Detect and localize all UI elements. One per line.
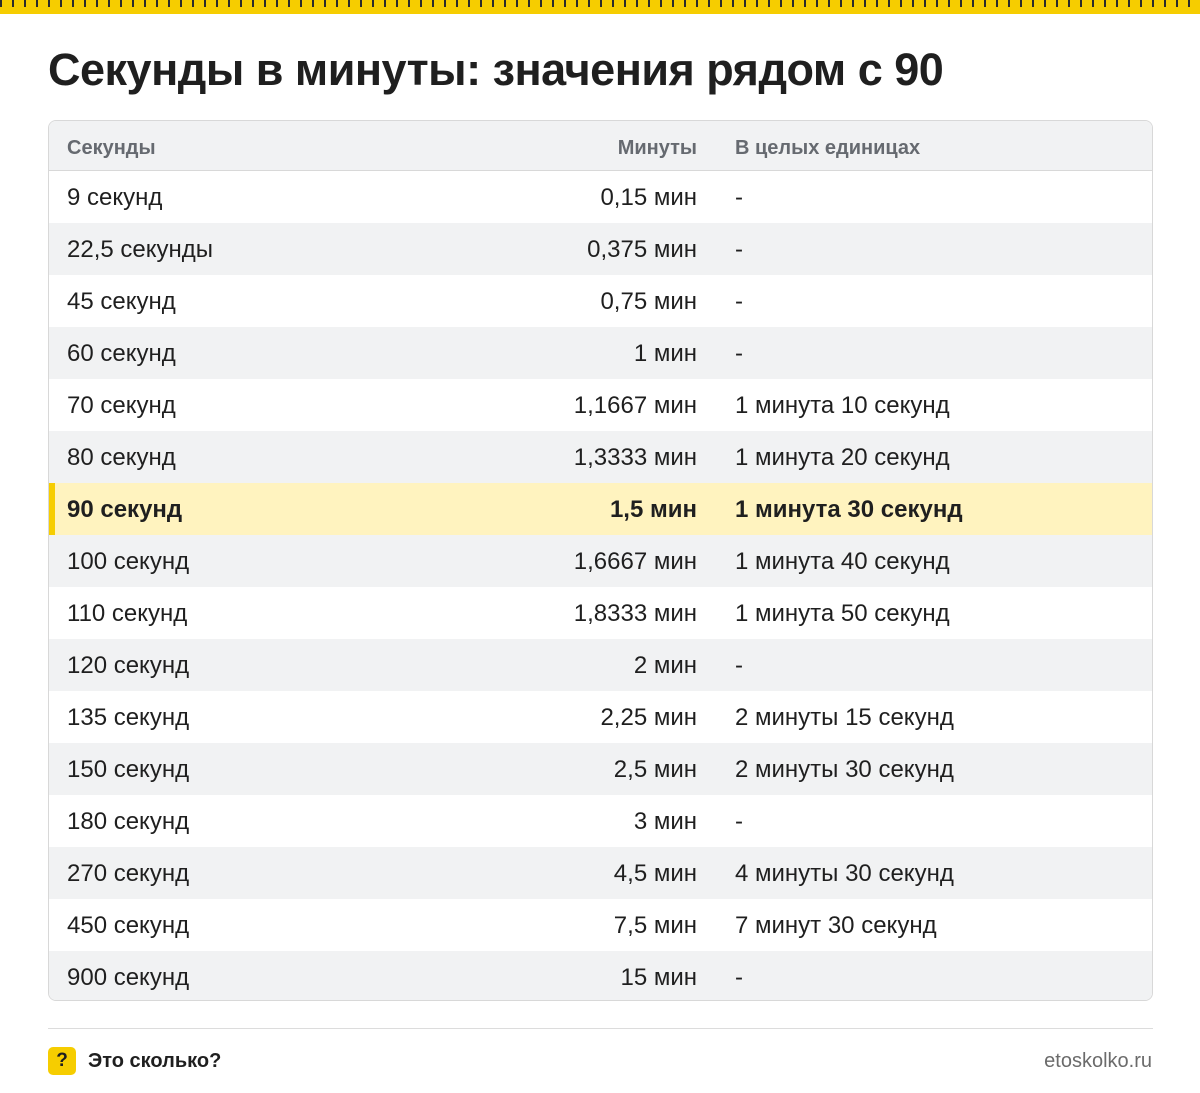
cell-whole-units: 1 минута 40 секунд [735, 548, 950, 575]
table-row: 100 секунд 1,6667 мин 1 минута 40 секунд [49, 535, 1152, 587]
cell-minutes: 1 мин [633, 340, 697, 367]
table-body: 9 секунд 0,15 мин -22,5 секунды 0,375 мин -4… [49, 171, 1152, 1000]
cell-seconds: 135 секунд [67, 704, 190, 731]
site-url[interactable]: etoskolko.ru [1044, 1050, 1152, 1073]
question-logo-icon: ? [48, 1047, 76, 1075]
header-minutes: Минуты [617, 137, 697, 159]
header-seconds: Секунды [67, 137, 156, 159]
table-header: Секунды Минуты В целых единицах [49, 121, 1152, 171]
cell-seconds: 100 секунд [67, 548, 190, 575]
cell-minutes: 2,25 мин [600, 704, 697, 731]
cell-seconds: 45 секунд [67, 288, 176, 315]
conversion-table: Секунды Минуты В целых единицах 9 секунд… [48, 120, 1153, 1001]
cell-whole-units: 7 минут 30 секунд [735, 912, 937, 939]
table-row: 180 секунд 3 мин - [49, 795, 1152, 847]
cell-seconds: 60 секунд [67, 340, 176, 367]
cell-minutes: 0,75 мин [600, 288, 697, 315]
cell-minutes: 0,375 мин [587, 236, 697, 263]
cell-minutes: 2,5 мин [613, 756, 697, 783]
table-row: 80 секунд 1,3333 мин 1 минута 20 секунд [49, 431, 1152, 483]
cell-whole-units: 1 минута 30 секунд [735, 496, 963, 523]
cell-seconds: 450 секунд [67, 912, 190, 939]
table-row: 900 секунд 15 мин - [49, 951, 1152, 1000]
cell-whole-units: 2 минуты 15 секунд [735, 704, 954, 731]
brand-name: Это сколько? [88, 1050, 222, 1072]
cell-seconds: 22,5 секунды [67, 236, 214, 263]
cell-seconds: 90 секунд [67, 496, 183, 523]
cell-minutes: 1,1667 мин [573, 392, 697, 419]
cell-minutes: 4,5 мин [613, 860, 697, 887]
cell-seconds: 120 секунд [67, 652, 190, 679]
table-row: 70 секунд 1,1667 мин 1 минута 10 секунд [49, 379, 1152, 431]
table-row: 45 секунд 0,75 мин - [49, 275, 1152, 327]
highlight-marker [49, 483, 55, 535]
cell-whole-units: - [735, 808, 743, 835]
cell-whole-units: - [735, 340, 743, 367]
cell-seconds: 270 секунд [67, 860, 190, 887]
table-row: 270 секунд 4,5 мин 4 минуты 30 секунд [49, 847, 1152, 899]
cell-seconds: 80 секунд [67, 444, 176, 471]
cell-whole-units: 2 минуты 30 секунд [735, 756, 954, 783]
table-row: 110 секунд 1,8333 мин 1 минута 50 секунд [49, 587, 1152, 639]
cell-minutes: 3 мин [633, 808, 697, 835]
cell-whole-units: - [735, 652, 743, 679]
cell-minutes: 1,5 мин [609, 496, 697, 523]
cell-whole-units: 1 минута 20 секунд [735, 444, 950, 471]
cell-minutes: 0,15 мин [600, 184, 697, 211]
cell-whole-units: 1 минута 10 секунд [735, 392, 950, 419]
table-row: 450 секунд 7,5 мин 7 минут 30 секунд [49, 899, 1152, 951]
footer-divider [48, 1028, 1153, 1029]
ruler-decoration [0, 0, 1200, 14]
header-whole-units: В целых единицах [735, 137, 921, 159]
table-row: 22,5 секунды 0,375 мин - [49, 223, 1152, 275]
table-row: 60 секунд 1 мин - [49, 327, 1152, 379]
cell-minutes: 7,5 мин [613, 912, 697, 939]
cell-whole-units: - [735, 236, 743, 263]
cell-seconds: 900 секунд [67, 964, 190, 991]
cell-minutes: 1,3333 мин [573, 444, 697, 471]
cell-whole-units: - [735, 288, 743, 315]
table-row-highlighted: 90 секунд 1,5 мин 1 минута 30 секунд [49, 483, 1152, 535]
cell-seconds: 110 секунд [67, 600, 188, 627]
cell-minutes: 1,8333 мин [573, 600, 697, 627]
table-row: 135 секунд 2,25 мин 2 минуты 15 секунд [49, 691, 1152, 743]
cell-seconds: 9 секунд [67, 184, 163, 211]
cell-minutes: 1,6667 мин [573, 548, 697, 575]
table-row: 120 секунд 2 мин - [49, 639, 1152, 691]
table-row: 9 секунд 0,15 мин - [49, 171, 1152, 223]
cell-minutes: 2 мин [633, 652, 697, 679]
cell-seconds: 150 секунд [67, 756, 190, 783]
ruler-ticks [0, 0, 1200, 7]
cell-whole-units: 1 минута 50 секунд [735, 600, 950, 627]
cell-seconds: 70 секунд [67, 392, 176, 419]
cell-whole-units: - [735, 964, 743, 991]
page-title: Секунды в минуты: значения рядом с 90 [48, 44, 944, 95]
cell-whole-units: - [735, 184, 743, 211]
table-row: 150 секунд 2,5 мин 2 минуты 30 секунд [49, 743, 1152, 795]
cell-minutes: 15 мин [620, 964, 697, 991]
cell-seconds: 180 секунд [67, 808, 190, 835]
cell-whole-units: 4 минуты 30 секунд [735, 860, 954, 887]
